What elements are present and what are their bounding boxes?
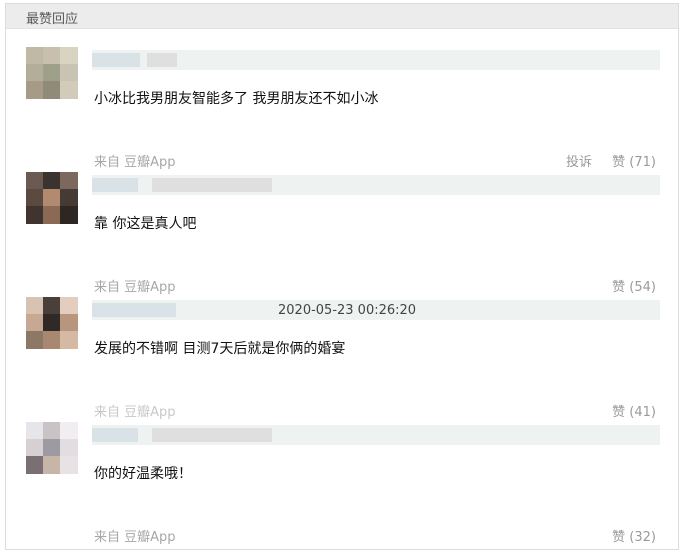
username-bar[interactable] bbox=[92, 425, 660, 445]
comment-item: 小冰比我男朋友智能多了 我男朋友还不如小冰 来自 豆瓣App 投诉 赞 (71) bbox=[6, 47, 678, 172]
comment-timestamp: 2020-05-23 00:26:20 bbox=[278, 303, 417, 318]
comment-actions: 赞 (54) bbox=[580, 276, 656, 295]
comment-text: 小冰比我男朋友智能多了 我男朋友还不如小冰 bbox=[94, 91, 379, 107]
comment-footer: 来自 豆瓣App 赞 (32) bbox=[6, 526, 678, 545]
section-header: 最赞回应 bbox=[6, 4, 678, 29]
username-bar[interactable]: 2020-05-23 00:26:20 bbox=[92, 300, 660, 320]
avatar-pixel bbox=[60, 331, 78, 349]
like-button[interactable]: 赞 (54) bbox=[612, 280, 656, 295]
avatar[interactable] bbox=[26, 422, 78, 474]
comment-text: 你的好温柔哦！ bbox=[94, 466, 192, 482]
like-button[interactable]: 赞 (41) bbox=[612, 405, 656, 420]
comment-actions: 赞 (32) bbox=[580, 526, 656, 545]
like-button[interactable]: 赞 (71) bbox=[612, 155, 656, 170]
comment-source: 来自 豆瓣App bbox=[94, 280, 176, 295]
comment-item: 靠 你这是真人吧 来自 豆瓣App 赞 (54) bbox=[6, 172, 678, 297]
comment-text: 发展的不错啊 目测7天后就是你俩的婚宴 bbox=[94, 341, 346, 357]
comment-source: 来自 豆瓣App bbox=[94, 405, 176, 420]
comment-footer: 来自 豆瓣App 投诉 赞 (71) bbox=[6, 151, 678, 170]
comment-footer: 来自 豆瓣App 赞 (41) bbox=[6, 401, 678, 420]
avatar[interactable] bbox=[26, 172, 78, 224]
comment-footer: 来自 豆瓣App 赞 (54) bbox=[6, 276, 678, 295]
comment-item: 你的好温柔哦！ 来自 豆瓣App 赞 (32) bbox=[6, 422, 678, 547]
comment-text: 靠 你这是真人吧 bbox=[94, 216, 197, 232]
avatar[interactable] bbox=[26, 297, 78, 349]
section-title: 最赞回应 bbox=[26, 12, 79, 27]
comment-actions: 赞 (41) bbox=[580, 401, 656, 420]
comment-source: 来自 豆瓣App bbox=[94, 530, 176, 545]
avatar-pixel bbox=[60, 206, 78, 224]
username-bar[interactable] bbox=[92, 50, 660, 70]
report-button[interactable]: 投诉 bbox=[566, 155, 592, 170]
avatar-pixel bbox=[60, 81, 78, 99]
comment-actions: 投诉 赞 (71) bbox=[550, 151, 656, 170]
hot-replies-panel: 最赞回应 小冰比我男朋友智能多了 我男朋友还不如小冰 来自 豆瓣App 投诉 赞… bbox=[5, 3, 679, 550]
comment-source: 来自 豆瓣App bbox=[94, 155, 176, 170]
comment-item: 2020-05-23 00:26:20 发展的不错啊 目测7天后就是你俩的婚宴 … bbox=[6, 297, 678, 422]
avatar[interactable] bbox=[26, 47, 78, 99]
username-bar[interactable] bbox=[92, 175, 660, 195]
avatar-pixel bbox=[60, 456, 78, 474]
like-button[interactable]: 赞 (32) bbox=[612, 530, 656, 545]
